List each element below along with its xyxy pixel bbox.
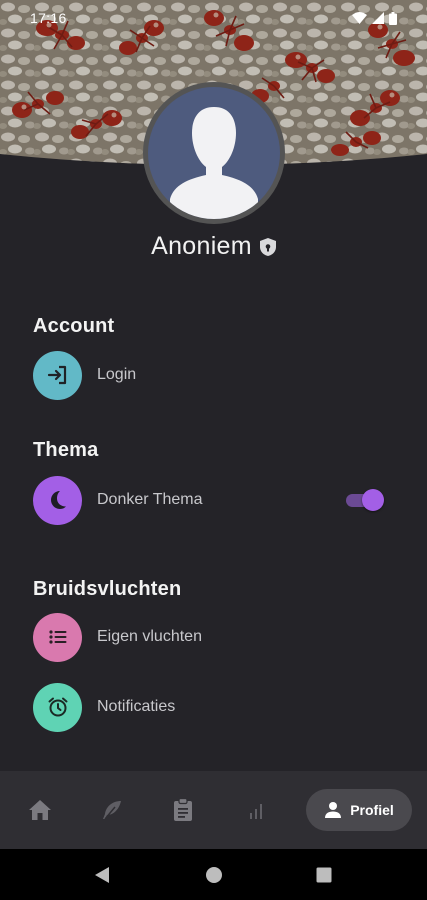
dark-theme-label: Donker Thema — [97, 491, 203, 508]
alarm-icon — [48, 697, 67, 717]
login-item[interactable]: Login — [33, 350, 393, 400]
login-label: Login — [97, 366, 137, 383]
login-icon-circle — [33, 350, 82, 400]
nav-clipboard[interactable] — [163, 789, 203, 831]
clipboard-icon — [174, 798, 192, 821]
section-title-nuptial-flights: Bruidsvluchten — [33, 578, 182, 600]
bottom-navigation: Profiel — [0, 771, 427, 849]
toggle-thumb — [362, 489, 384, 511]
nav-home[interactable] — [20, 789, 60, 831]
system-navigation-bar — [0, 849, 427, 900]
person-icon — [325, 802, 342, 818]
dark-theme-toggle[interactable] — [344, 489, 384, 511]
feather-icon — [103, 801, 121, 820]
section-title-theme: Thema — [33, 439, 99, 461]
own-flights-icon-circle — [33, 612, 82, 662]
dark-theme-icon-circle — [33, 475, 82, 525]
notifications-icon-circle — [33, 682, 82, 732]
home-icon — [29, 800, 51, 820]
wifi-icon — [352, 12, 367, 24]
own-flights-label: Eigen vluchten — [97, 628, 202, 645]
status-time: 17:16 — [30, 10, 67, 26]
shield-icon — [259, 237, 276, 256]
bar-chart-icon — [250, 804, 262, 819]
section-title-account: Account — [33, 315, 115, 337]
profile-name: Anoniem — [151, 232, 252, 260]
avatar[interactable] — [143, 82, 285, 224]
home-button-icon[interactable] — [205, 866, 223, 884]
moon-icon — [50, 491, 66, 509]
back-icon[interactable] — [94, 866, 110, 884]
notifications-item[interactable]: Notificaties — [33, 682, 393, 732]
list-icon — [48, 630, 66, 644]
notifications-label: Notificaties — [97, 698, 176, 715]
own-flights-item[interactable]: Eigen vluchten — [33, 612, 393, 662]
nav-profile[interactable]: Profiel — [306, 789, 412, 831]
dark-theme-item[interactable]: Donker Thema — [33, 475, 393, 525]
status-icons — [352, 11, 397, 25]
login-icon — [47, 365, 66, 385]
profile-name-row: Anoniem — [0, 232, 427, 261]
status-bar: 17:16 — [0, 0, 427, 36]
profile-screen: 17:16 Anoniem Account Login Thema Donker… — [0, 0, 427, 900]
nav-profile-label: Profiel — [350, 802, 394, 818]
person-silhouette-icon — [170, 107, 258, 219]
nav-statistics[interactable] — [236, 789, 276, 831]
recents-icon[interactable] — [316, 867, 332, 883]
battery-icon — [389, 11, 397, 25]
nav-feather[interactable] — [92, 789, 132, 831]
cellular-signal-icon — [372, 12, 384, 24]
